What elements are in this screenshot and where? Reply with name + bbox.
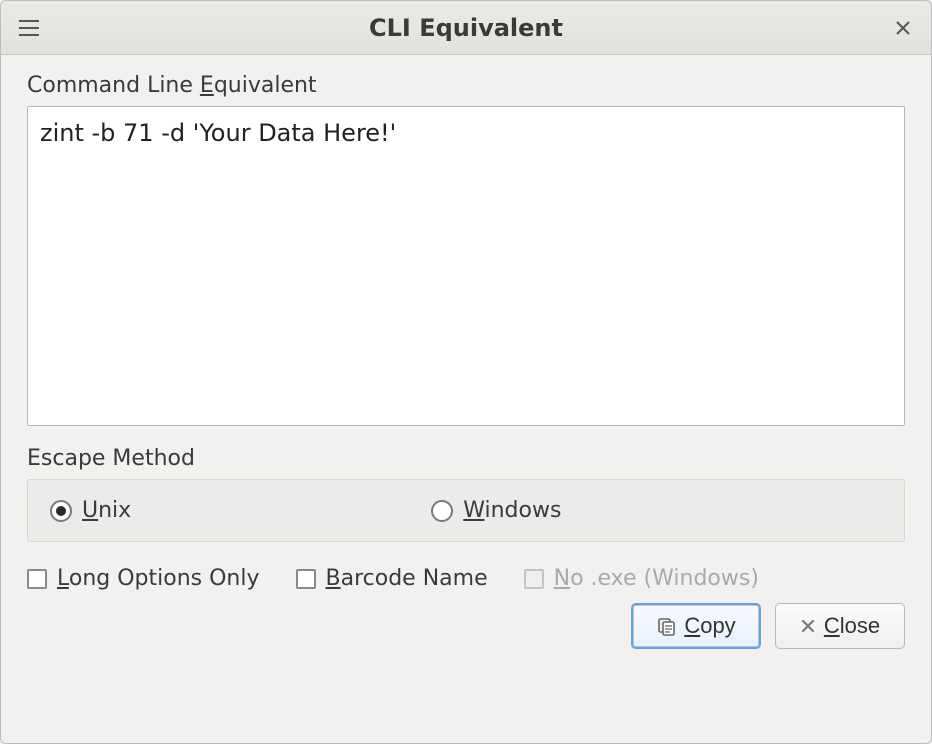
window-close-button[interactable] — [887, 12, 919, 44]
label-mnemonic: C — [824, 613, 840, 638]
close-x-icon — [800, 618, 816, 634]
radio-label: Windows — [463, 498, 561, 523]
hamburger-icon — [19, 20, 39, 36]
copy-button[interactable]: Copy — [631, 603, 761, 649]
label-text: Command Line — [27, 73, 200, 98]
radio-indicator — [50, 500, 72, 522]
escape-method-panel: Unix Windows — [27, 479, 905, 542]
button-label: Close — [824, 613, 880, 639]
checkbox-no-exe: No .exe (Windows) — [524, 566, 759, 591]
label-mnemonic: E — [200, 73, 214, 98]
checkbox-label: Barcode Name — [326, 566, 488, 591]
options-row: Long Options Only Barcode Name No .exe (… — [27, 566, 905, 591]
dialog-window: CLI Equivalent Command Line Equivalent E… — [0, 0, 932, 744]
titlebar: CLI Equivalent — [1, 1, 931, 55]
checkbox-label: No .exe (Windows) — [554, 566, 759, 591]
cli-command-textarea[interactable] — [27, 106, 905, 426]
checkbox-indicator — [27, 569, 47, 589]
label-mnemonic: B — [326, 566, 341, 591]
label-text: lose — [840, 613, 880, 638]
radio-windows[interactable]: Windows — [431, 498, 561, 523]
label-mnemonic: U — [82, 498, 98, 523]
dialog-body: Command Line Equivalent Escape Method Un… — [1, 55, 931, 743]
label-text: o .exe (Windows) — [570, 566, 759, 591]
escape-method-label: Escape Method — [27, 446, 905, 471]
command-line-label: Command Line Equivalent — [27, 73, 905, 98]
checkbox-barcode-name[interactable]: Barcode Name — [296, 566, 488, 591]
radio-indicator — [431, 500, 453, 522]
label-mnemonic: W — [463, 498, 484, 523]
label-text: opy — [700, 613, 735, 638]
label-text: ong Options Only — [69, 566, 260, 591]
label-text: nix — [98, 498, 131, 523]
label-mnemonic: L — [57, 566, 69, 591]
label-text: arcode Name — [341, 566, 488, 591]
copy-icon — [656, 616, 676, 636]
window-title: CLI Equivalent — [45, 14, 887, 42]
checkbox-indicator — [296, 569, 316, 589]
dialog-buttons: Copy Close — [27, 603, 905, 649]
checkbox-indicator — [524, 569, 544, 589]
label-text: quivalent — [214, 73, 317, 98]
hamburger-menu-button[interactable] — [13, 12, 45, 44]
label-mnemonic: C — [684, 613, 700, 638]
close-icon — [895, 20, 911, 36]
checkbox-label: Long Options Only — [57, 566, 260, 591]
label-text: indows — [484, 498, 561, 523]
radio-label: Unix — [82, 498, 131, 523]
button-label: Copy — [684, 613, 735, 639]
escape-method-section: Escape Method Unix Windows — [27, 446, 905, 542]
radio-unix[interactable]: Unix — [50, 498, 131, 523]
label-mnemonic: N — [554, 566, 570, 591]
close-button[interactable]: Close — [775, 603, 905, 649]
checkbox-long-options[interactable]: Long Options Only — [27, 566, 260, 591]
